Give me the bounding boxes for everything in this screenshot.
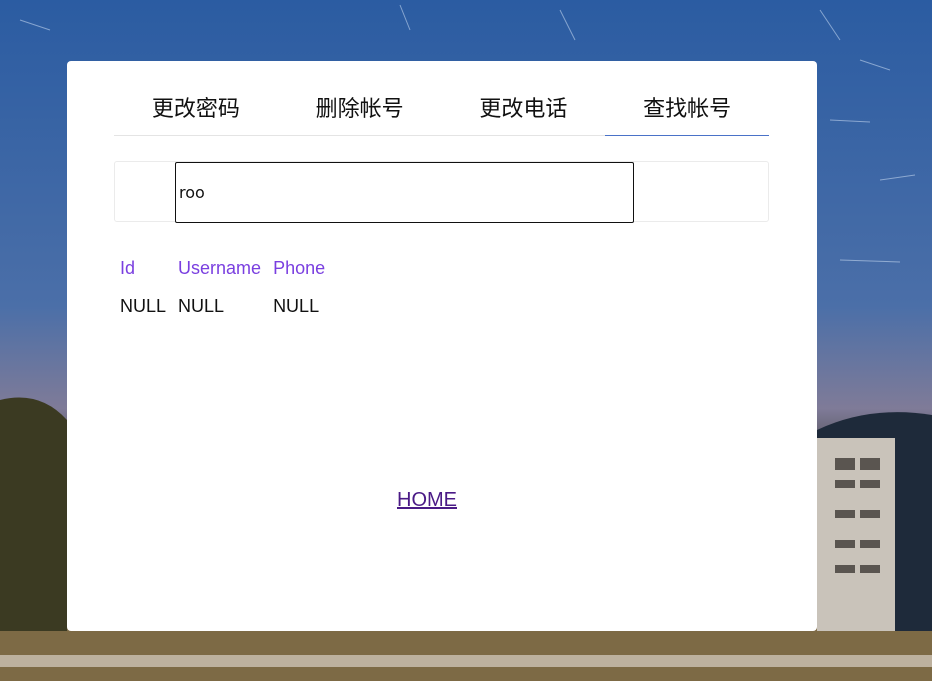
column-header-username: Username: [178, 257, 262, 278]
search-box: [114, 161, 769, 223]
column-header-phone: Phone: [273, 257, 326, 278]
tab-delete-account[interactable]: 删除帐号: [278, 83, 442, 135]
tab-change-password[interactable]: 更改密码: [114, 83, 278, 135]
tab-bar: 更改密码 删除帐号 更改电话 查找帐号: [114, 83, 769, 136]
cell-id: NULL: [120, 295, 167, 316]
table-header-row: Id Username Phone: [114, 249, 331, 287]
table-row: NULL NULL NULL: [114, 287, 331, 325]
home-link[interactable]: HOME: [397, 489, 457, 512]
tab-change-phone[interactable]: 更改电话: [442, 83, 606, 135]
cell-phone: NULL: [273, 295, 320, 316]
column-header-id: Id: [120, 257, 136, 278]
results-table: Id Username Phone NULL NULL NULL: [114, 249, 331, 325]
account-panel: 更改密码 删除帐号 更改电话 查找帐号 Id Username Phone NU…: [67, 61, 817, 631]
tab-find-account[interactable]: 查找帐号: [605, 83, 769, 136]
search-input[interactable]: [175, 162, 634, 223]
cell-username: NULL: [178, 295, 225, 316]
